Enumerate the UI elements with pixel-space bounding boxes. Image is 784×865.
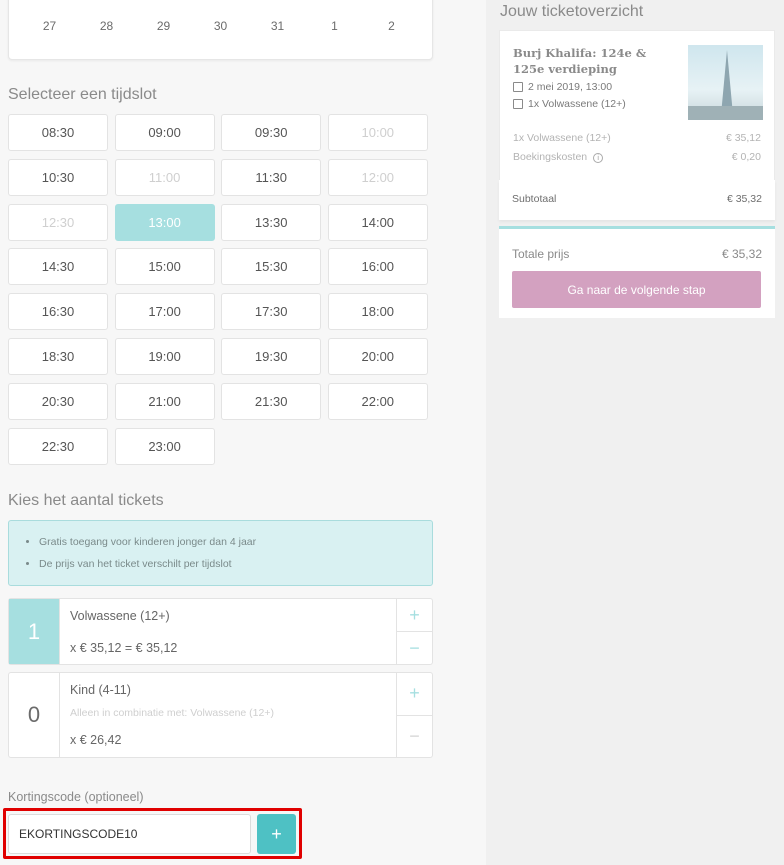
summary-line-label: 1x Volwassene (12+) — [513, 132, 611, 144]
summary-line-amount: € 0,20 — [731, 151, 761, 163]
timeslot-1130[interactable]: 11:30 — [221, 158, 322, 196]
timeslot-2000[interactable]: 20:00 — [327, 337, 428, 375]
next-step-button[interactable]: Ga naar de volgende stap — [512, 271, 761, 308]
product-image — [688, 45, 763, 120]
summary-line: Boekingskosten i € 0,20 — [513, 151, 761, 163]
info-item: De prijs van het ticket verschilt per ti… — [39, 553, 420, 575]
ticket-count: 0 — [9, 673, 60, 757]
summary-line: 1x Volwassene (12+) € 35,12 — [513, 132, 761, 144]
timeslot-1630[interactable]: 16:30 — [8, 293, 108, 331]
ticket-price: x € 35,12 = € 35,12 — [70, 641, 178, 655]
ticket-name: Volwassene (12+) — [70, 609, 170, 623]
total-card: Totale prijs € 35,32 Ga naar de volgende… — [499, 226, 775, 318]
timeslot-1500[interactable]: 15:00 — [114, 248, 215, 286]
timeslot-1700[interactable]: 17:00 — [114, 293, 215, 331]
timeslot-1900[interactable]: 19:00 — [114, 337, 215, 375]
total-line: Totale prijs € 35,32 — [512, 247, 762, 261]
subtotal-amount: € 35,32 — [726, 193, 762, 205]
booking-panel: 27 28 29 30 31 1 2 Selecteer een tijdslot 08:3… — [0, 0, 486, 865]
timeslot-1930[interactable]: 19:30 — [221, 337, 322, 375]
timeslot-1430[interactable]: 14:30 — [8, 248, 108, 286]
increment-button[interactable]: + — [397, 673, 432, 715]
timeslot-2130[interactable]: 21:30 — [221, 382, 322, 420]
summary-line-amount: € 35,12 — [725, 132, 761, 144]
calendar-day[interactable]: 30 — [192, 19, 249, 33]
calendar-week-row: 27 28 29 30 31 1 2 — [9, 19, 432, 33]
ticket-price: x € 26,42 — [70, 733, 122, 747]
timeslot-1530[interactable]: 15:30 — [221, 248, 322, 286]
timeslot-title: Selecteer een tijdslot — [8, 86, 157, 103]
info-box: Gratis toegang voor kinderen jonger dan … — [8, 520, 433, 586]
decrement-button[interactable]: − — [397, 714, 432, 758]
timeslot-1100: 11:00 — [114, 158, 215, 196]
calendar-day[interactable]: 27 — [21, 19, 78, 33]
timeslot-1800[interactable]: 18:00 — [327, 293, 428, 331]
ticket-row-adult: 1 Volwassene (12+) x € 35,12 = € 35,12 +… — [8, 598, 433, 665]
timeslot-1300[interactable]: 13:00 — [114, 203, 215, 241]
booking-qty-text: 1x Volwassene (12+) — [528, 98, 626, 110]
booking-date-text: 2 mei 2019, 13:00 — [528, 81, 613, 93]
info-item: Gratis toegang voor kinderen jonger dan … — [39, 531, 420, 553]
info-icon[interactable]: i — [593, 153, 604, 163]
timeslot-1830[interactable]: 18:30 — [8, 337, 108, 375]
booking-qty: 1x Volwassene (12+) — [513, 98, 626, 110]
summary-line-label-wrap: Boekingskosten i — [513, 151, 604, 163]
total-label: Totale prijs — [512, 247, 570, 261]
booking-date: 2 mei 2019, 13:00 — [513, 81, 612, 93]
subtotal-card: Subtotaal € 35,32 — [499, 180, 775, 220]
discount-code-input[interactable] — [8, 814, 251, 854]
calendar-day[interactable]: 2 — [363, 19, 420, 33]
calendar-day[interactable]: 1 — [306, 19, 363, 33]
timeslot-1030[interactable]: 10:30 — [8, 158, 108, 196]
timeslot-1330[interactable]: 13:30 — [221, 203, 322, 241]
total-amount: € 35,32 — [721, 247, 762, 261]
timeslot-1000: 10:00 — [327, 114, 428, 151]
calendar-day[interactable]: 29 — [135, 19, 192, 33]
ticket-note: Alleen in combinatie met: Volwassene (12… — [70, 707, 274, 719]
calendar: 27 28 29 30 31 1 2 — [8, 0, 433, 60]
subtotal-line: Subtotaal € 35,32 — [512, 193, 762, 205]
tickets-title: Kies het aantal tickets — [8, 492, 164, 509]
increment-button[interactable]: + — [397, 599, 432, 631]
ticket-icon — [513, 99, 523, 109]
timeslot-grid: 08:30 09:00 09:30 10:00 10:30 11:00 11:30 12:00… — [8, 114, 434, 465]
product-name: Burj Khalifa: 124e & 125e verdieping — [513, 46, 647, 76]
discount-label: Kortingscode (optioneel) — [8, 790, 144, 804]
decrement-button[interactable]: − — [397, 631, 432, 664]
timeslot-1200: 12:00 — [327, 158, 428, 196]
overview-title: Jouw ticketoverzicht — [500, 3, 644, 20]
timeslot-1730[interactable]: 17:30 — [221, 293, 322, 331]
ticket-name: Kind (4-11) — [70, 683, 131, 697]
calendar-day[interactable]: 28 — [78, 19, 135, 33]
timeslot-0900[interactable]: 09:00 — [114, 114, 215, 151]
timeslot-2230[interactable]: 22:30 — [8, 427, 108, 465]
calendar-day[interactable]: 31 — [249, 19, 306, 33]
calendar-icon — [513, 82, 523, 92]
city-shape — [688, 106, 763, 120]
timeslot-0830[interactable]: 08:30 — [8, 114, 108, 151]
timeslot-1400[interactable]: 14:00 — [327, 203, 428, 241]
ticket-row-child: 0 Kind (4-11) Alleen in combinatie met: … — [8, 672, 433, 758]
subtotal-label: Subtotaal — [512, 193, 557, 205]
timeslot-1600[interactable]: 16:00 — [327, 248, 428, 286]
ticket-count: 1 — [9, 599, 60, 664]
timeslot-2030[interactable]: 20:30 — [8, 382, 108, 420]
summary-line-label: Boekingskosten — [513, 151, 588, 163]
timeslot-0930[interactable]: 09:30 — [221, 114, 322, 151]
timeslot-1230: 12:30 — [8, 203, 108, 241]
timeslot-2200[interactable]: 22:00 — [327, 382, 428, 420]
timeslot-2300[interactable]: 23:00 — [114, 427, 215, 465]
timeslot-2100[interactable]: 21:00 — [114, 382, 215, 420]
apply-discount-button[interactable]: + — [257, 814, 296, 854]
